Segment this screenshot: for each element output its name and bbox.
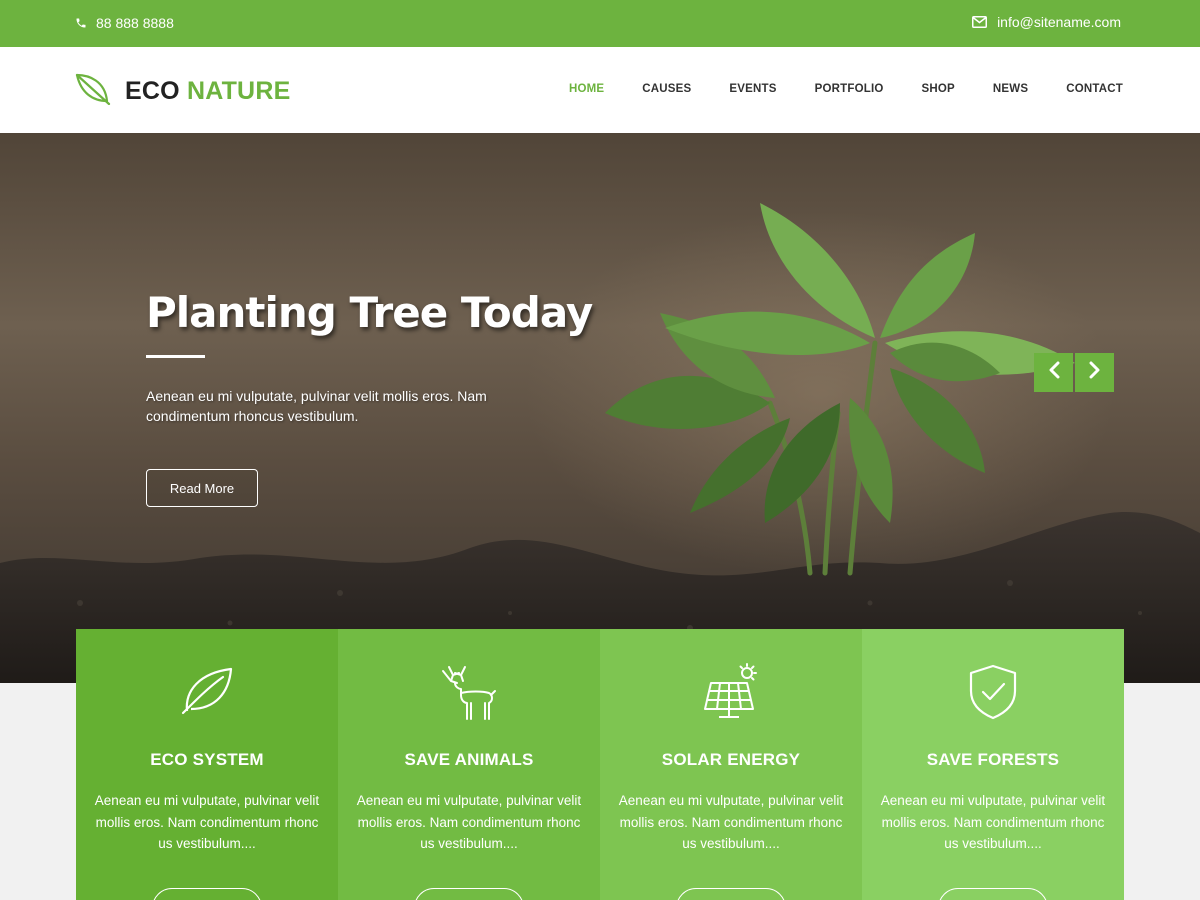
site-header: ECO NATURE HOME CAUSES EVENTS PORTFOLIO …: [0, 47, 1200, 133]
solar-panel-icon: [701, 663, 761, 723]
phone-number: 88 888 8888: [96, 15, 174, 31]
phone-icon: [75, 17, 87, 29]
shield-check-icon: [967, 663, 1019, 723]
feature-button[interactable]: [676, 888, 786, 900]
hero-description: Aenean eu mi vulputate, pulvinar velit m…: [146, 388, 487, 424]
site-logo[interactable]: ECO NATURE: [75, 73, 290, 110]
logo-text: ECO NATURE: [125, 77, 290, 106]
deer-icon: [439, 663, 499, 723]
feature-text: Aenean eu mi vulputate, pulvinar velit m…: [94, 793, 320, 851]
nav-shop[interactable]: SHOP: [922, 83, 955, 95]
hero-slider: Planting Tree Today Aenean eu mi vulputa…: [0, 133, 1200, 683]
feature-button[interactable]: [152, 888, 262, 900]
nav-events[interactable]: EVENTS: [729, 83, 776, 95]
chevron-right-icon: [1088, 361, 1102, 384]
feature-text: Aenean eu mi vulputate, pulvinar velit m…: [880, 793, 1106, 851]
nav-portfolio[interactable]: PORTFOLIO: [815, 83, 884, 95]
leaf-icon: [75, 73, 111, 110]
slider-next-button[interactable]: [1075, 353, 1114, 392]
email-contact[interactable]: info@sitename.com: [972, 14, 1121, 30]
hero-title: Planting Tree Today: [146, 288, 593, 337]
feature-button[interactable]: [414, 888, 524, 900]
feature-title: SAVE FORESTS: [926, 750, 1060, 769]
feature-save-forests: SAVE FORESTS Aenean eu mi vulputate, pul…: [862, 629, 1124, 900]
nav-home[interactable]: HOME: [569, 83, 604, 95]
feature-title: SAVE ANIMALS: [404, 750, 534, 769]
feature-save-animals: SAVE ANIMALS Aenean eu mi vulputate, pul…: [338, 629, 600, 900]
seedling-image: [605, 203, 1075, 576]
envelope-icon: [972, 16, 988, 28]
logo-word-eco: ECO: [125, 77, 180, 105]
feature-solar-energy: SOLAR ENERGY Aenean eu mi vulputate, pul…: [600, 629, 862, 900]
read-more-button[interactable]: Read More: [146, 469, 258, 507]
feature-button[interactable]: [938, 888, 1048, 900]
feature-text: Aenean eu mi vulputate, pulvinar velit m…: [618, 793, 844, 851]
hero-divider: [146, 355, 205, 358]
main-nav: HOME CAUSES EVENTS PORTFOLIO SHOP NEWS C…: [531, 83, 1123, 95]
top-bar: 88 888 8888 info@sitename.com: [0, 0, 1200, 47]
chevron-left-icon: [1047, 361, 1061, 384]
nav-causes[interactable]: CAUSES: [642, 83, 691, 95]
email-address: info@sitename.com: [997, 14, 1121, 30]
nav-contact[interactable]: CONTACT: [1066, 83, 1123, 95]
feature-text: Aenean eu mi vulputate, pulvinar velit m…: [356, 793, 582, 851]
slider-prev-button[interactable]: [1034, 353, 1073, 392]
leaf-icon: [179, 663, 235, 723]
nav-news[interactable]: NEWS: [993, 83, 1028, 95]
features-section: ECO SYSTEM Aenean eu mi vulputate, pulvi…: [76, 629, 1124, 900]
feature-title: ECO SYSTEM: [150, 750, 264, 769]
logo-word-nature: NATURE: [186, 77, 291, 105]
phone-contact[interactable]: 88 888 8888: [75, 15, 174, 31]
feature-eco-system: ECO SYSTEM Aenean eu mi vulputate, pulvi…: [76, 629, 338, 900]
feature-title: SOLAR ENERGY: [661, 750, 801, 769]
